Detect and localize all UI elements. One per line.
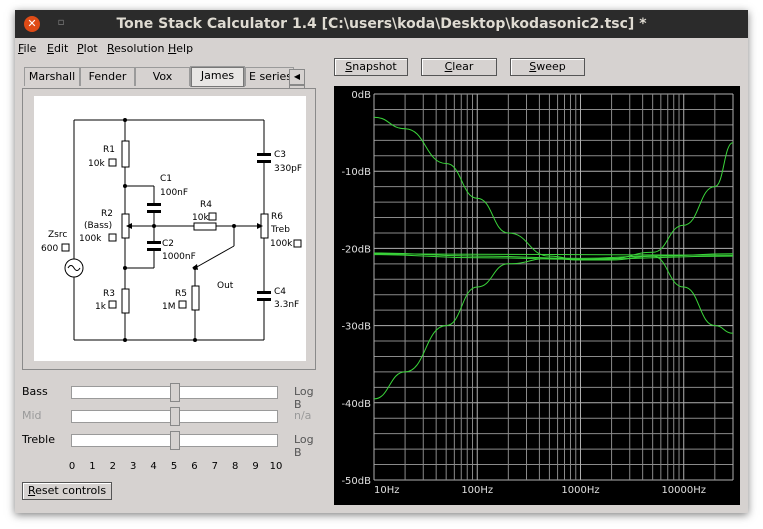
tab-vox[interactable]: Vox <box>135 67 190 86</box>
treble-taper-label: Log B <box>294 433 314 459</box>
r3-label: R3 <box>103 289 115 299</box>
r5-label: R5 <box>175 289 187 299</box>
y-tick-label: -30dB <box>341 322 371 333</box>
bass-slider-row: Bass Log B <box>22 383 322 411</box>
r6-label: R6 <box>271 212 283 222</box>
scale-label: 1 <box>89 461 96 472</box>
scale-label: 4 <box>150 461 157 472</box>
scale-label: 2 <box>109 461 116 472</box>
tab-e-series[interactable]: E series <box>245 67 294 86</box>
treble-slider-thumb[interactable] <box>169 431 180 450</box>
x-tick-label: 100Hz <box>461 485 493 496</box>
scale-label: 7 <box>211 461 218 472</box>
r6-value[interactable]: 100k <box>270 239 293 249</box>
treble-slider-row: Treble Log B <box>22 431 322 459</box>
app-window: ✕ ▫ Tone Stack Calculator 1.4 [C:\users\… <box>15 10 748 513</box>
scale-label: 10 <box>269 461 283 472</box>
schematic-diagram: R1 10k C1 100nF R4 10k R2 (Bass) 100k C2… <box>34 96 306 361</box>
zsrc-value[interactable]: 600 <box>41 244 58 254</box>
snapshot-button[interactable]: Snapshot <box>334 58 408 76</box>
r1-label: R1 <box>103 145 115 155</box>
menu-help[interactable]: Help <box>168 42 193 55</box>
c1-label: C1 <box>160 174 172 184</box>
c2-label: C2 <box>162 239 174 249</box>
r2-sublabel: (Bass) <box>84 221 112 231</box>
mid-label: Mid <box>22 409 42 422</box>
r5-value[interactable]: 1M <box>162 302 176 312</box>
clear-button[interactable]: Clear <box>421 58 497 76</box>
y-tick-label: -10dB <box>341 167 371 178</box>
x-tick-label: 10Hz <box>374 485 400 496</box>
c4-label: C4 <box>274 287 286 297</box>
y-tick-label: -40dB <box>341 399 371 410</box>
tab-marshall[interactable]: Marshall <box>24 67 80 86</box>
y-tick-label: 0dB <box>351 90 371 101</box>
r4-label: R4 <box>200 200 212 210</box>
schematic-svg: R1 10k C1 100nF R4 10k R2 (Bass) 100k C2… <box>41 118 302 342</box>
c4-value[interactable]: 3.3nF <box>274 300 299 310</box>
r3-value[interactable]: 1k <box>95 302 107 312</box>
mid-taper-label: n/a <box>294 409 312 422</box>
tab-james[interactable]: James <box>190 66 245 87</box>
r6-sublabel: Treb <box>270 225 290 235</box>
treble-slider[interactable] <box>71 431 278 450</box>
menu-edit[interactable]: Edit <box>47 42 68 55</box>
r4-value[interactable]: 10k <box>192 213 209 223</box>
tab-fender[interactable]: Fender <box>80 67 135 86</box>
bass-slider[interactable] <box>71 383 278 402</box>
r2-value[interactable]: 100k <box>79 234 102 244</box>
scale-label: 8 <box>232 461 239 472</box>
mid-slider-row: Mid n/a <box>22 407 322 426</box>
menu-file[interactable]: File <box>18 42 36 55</box>
menu-bar: File Edit Plot Resolution Help <box>15 40 748 58</box>
zsrc-label: Zsrc <box>48 230 67 240</box>
tab-scroll-left-icon[interactable]: ◀ <box>289 69 305 85</box>
menu-resolution[interactable]: Resolution <box>107 42 164 55</box>
reset-controls-button[interactable]: Reset controls <box>22 482 112 500</box>
scale-label: 6 <box>191 461 198 472</box>
menu-plot[interactable]: Plot <box>77 42 98 55</box>
schematic-panel: R1 10k C1 100nF R4 10k R2 (Bass) 100k C2… <box>22 88 316 370</box>
tab-scroll-buttons: ◀▶ <box>289 69 319 101</box>
r1-value[interactable]: 10k <box>88 159 105 169</box>
scale-label: 3 <box>130 461 137 472</box>
x-tick-label: 1000Hz <box>561 485 599 496</box>
x-tick-label: 10000Hz <box>661 485 706 496</box>
plot-svg: 0dB -10dB -20dB -30dB -40dB -50dB10Hz 100Hz 100… <box>341 90 734 496</box>
frequency-response-plot[interactable]: 0dB -10dB -20dB -30dB -40dB -50dB 10Hz 100Hz 100… <box>334 86 740 505</box>
bass-label: Bass <box>22 385 48 398</box>
c3-value[interactable]: 330pF <box>274 164 302 174</box>
window-title: Tone Stack Calculator 1.4 [C:\users\koda… <box>116 16 647 32</box>
c3-label: C3 <box>274 150 286 160</box>
c2-value[interactable]: 1000nF <box>162 252 196 262</box>
scale-label: 9 <box>252 461 259 472</box>
out-label: Out <box>217 281 234 291</box>
y-tick-label: -50dB <box>341 476 371 487</box>
title-bar[interactable]: ✕ ▫ Tone Stack Calculator 1.4 [C:\users\… <box>15 10 748 38</box>
scale-label: 5 <box>170 461 178 472</box>
bass-slider-thumb[interactable] <box>169 383 180 402</box>
c1-value[interactable]: 100nF <box>160 188 188 198</box>
treble-label: Treble <box>22 433 55 446</box>
y-tick-label: -20dB <box>341 244 371 255</box>
mid-slider-thumb <box>169 407 180 426</box>
sweep-button[interactable]: Sweep <box>510 58 585 76</box>
mid-slider <box>71 407 278 426</box>
scale-label: 0 <box>68 461 76 472</box>
r2-label: R2 <box>101 209 113 219</box>
